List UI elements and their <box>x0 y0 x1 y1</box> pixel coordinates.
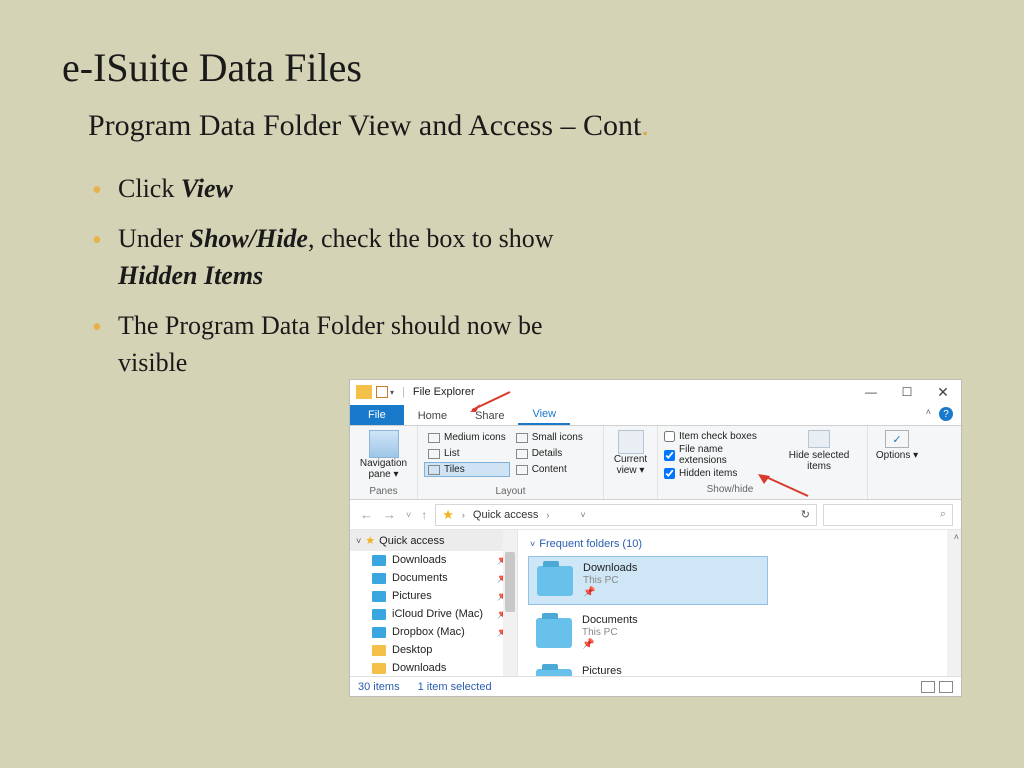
sidebar-item[interactable]: Downloads <box>350 659 517 676</box>
content-pane: ˅Frequent folders (10) Downloads This PC… <box>518 530 961 676</box>
ribbon-tabs: File Home Share View ˄ ? <box>350 404 961 426</box>
sidebar-item[interactable]: Documents📌 <box>350 569 517 587</box>
checkbox-item-check-boxes[interactable]: Item check boxes <box>664 431 769 442</box>
sidebar-item[interactable]: Downloads📌 <box>350 551 517 569</box>
chevron-down-icon: ˅ <box>530 539 535 549</box>
navigation-pane: ˅ ★ Quick access Downloads📌 Documents📌 P… <box>350 530 518 676</box>
status-selection: 1 item selected <box>418 681 492 693</box>
layout-list[interactable]: List <box>424 446 510 461</box>
minimize-button[interactable]: — <box>853 380 889 404</box>
search-input[interactable]: ⌕ <box>823 504 953 526</box>
nav-back-button[interactable]: ← <box>358 507 375 522</box>
options-icon[interactable]: ✓ <box>885 430 909 448</box>
frequent-folders-header[interactable]: ˅Frequent folders (10) <box>528 536 951 556</box>
star-icon: ★ <box>442 507 454 523</box>
titlebar: ▾ | File Explorer — ☐ ✕ <box>350 380 961 404</box>
help-icon[interactable]: ? <box>939 407 953 421</box>
folder-icon <box>372 609 386 620</box>
view-mode-details-button[interactable] <box>921 681 935 693</box>
view-mode-tiles-button[interactable] <box>939 681 953 693</box>
chevron-down-icon: ˅ <box>356 536 361 546</box>
bullet-3: The Program Data Folder should now be vi… <box>88 308 588 381</box>
refresh-button[interactable]: ↻ <box>801 508 810 521</box>
folder-icon <box>372 555 386 566</box>
bullet-2: Under Show/Hide, check the box to show H… <box>88 221 588 294</box>
annotation-arrow-view <box>470 388 520 412</box>
content-scrollbar[interactable]: ˄ <box>947 530 961 676</box>
navigation-pane-icon[interactable] <box>369 430 399 458</box>
layout-details[interactable]: Details <box>512 446 587 461</box>
status-item-count: 30 items <box>358 681 400 693</box>
window-title: File Explorer <box>409 386 475 398</box>
sidebar-quick-access-header[interactable]: ˅ ★ Quick access <box>350 530 517 551</box>
checkbox-file-name-extensions[interactable]: File name extensions <box>664 444 769 466</box>
close-button[interactable]: ✕ <box>925 380 961 404</box>
folder-tile[interactable]: Documents This PC 📌 <box>528 609 768 656</box>
slide-subtitle: Program Data Folder View and Access – Co… <box>0 91 1024 143</box>
sidebar-item[interactable]: Pictures📌 <box>350 587 517 605</box>
nav-up-button[interactable]: ↑ <box>419 508 429 522</box>
addr-dropdown-icon[interactable]: ˅ <box>577 510 588 520</box>
navigation-pane-label[interactable]: Navigation pane ▾ <box>356 458 411 480</box>
folder-icon <box>537 566 573 596</box>
bullet-list: Click View Under Show/Hide, check the bo… <box>0 143 1024 381</box>
options-button[interactable]: Options ▾ <box>874 450 920 461</box>
hide-selected-icon <box>808 430 830 448</box>
qat-icon[interactable] <box>376 386 388 398</box>
sidebar-item[interactable]: iCloud Drive (Mac)📌 <box>350 605 517 623</box>
collapse-ribbon-icon[interactable]: ˄ <box>926 407 931 417</box>
subtitle-text: Program Data Folder View and Access – Co… <box>88 109 641 142</box>
layout-medium-icons[interactable]: Medium icons <box>424 430 510 445</box>
folder-tile[interactable]: Downloads This PC 📌 <box>528 556 768 605</box>
folder-icon <box>536 618 572 648</box>
status-bar: 30 items 1 item selected <box>350 676 961 696</box>
pin-icon: 📌 <box>583 587 637 599</box>
address-bar[interactable]: ★ › Quick access › ˅ ↻ <box>435 504 817 526</box>
app-icon <box>356 385 372 399</box>
subtitle-dot: . <box>641 109 649 142</box>
ribbon: Navigation pane ▾ Panes Medium icons Lis… <box>350 426 961 500</box>
folder-icon <box>372 663 386 674</box>
tab-home[interactable]: Home <box>404 406 461 425</box>
folder-icon <box>372 591 386 602</box>
folder-icon <box>536 669 572 676</box>
folder-tile[interactable]: Pictures This PC 📌 <box>528 660 768 676</box>
folder-icon <box>372 645 386 656</box>
layout-content[interactable]: Content <box>512 462 587 477</box>
folder-icon <box>372 627 386 638</box>
nav-forward-button[interactable]: → <box>381 507 398 522</box>
search-icon: ⌕ <box>940 508 946 521</box>
address-bar-row: ← → ˅ ↑ ★ › Quick access › ˅ ↻ ⌕ <box>350 500 961 530</box>
folder-icon <box>372 573 386 584</box>
current-view-icon[interactable] <box>618 430 644 454</box>
file-explorer-window: ▾ | File Explorer — ☐ ✕ File Home Share … <box>349 379 962 697</box>
annotation-arrow-hidden <box>756 474 812 500</box>
slide-title: e-ISuite Data Files <box>0 0 1024 91</box>
ribbon-group-options: ✓ Options ▾ <box>868 426 926 499</box>
layout-tiles[interactable]: Tiles <box>424 462 510 477</box>
star-icon: ★ <box>365 534 375 547</box>
tab-view[interactable]: View <box>518 404 570 425</box>
layout-small-icons[interactable]: Small icons <box>512 430 587 445</box>
current-view-label[interactable]: Current view ▾ <box>610 454 651 476</box>
sidebar-scrollbar[interactable] <box>503 530 517 676</box>
pin-icon: 📌 <box>582 639 638 651</box>
sidebar-item[interactable]: Desktop <box>350 641 517 659</box>
qat-dropdown-icon[interactable]: ▾ <box>390 388 394 397</box>
tab-file[interactable]: File <box>350 405 404 425</box>
checkbox-hidden-items[interactable]: Hidden items <box>664 468 769 479</box>
maximize-button[interactable]: ☐ <box>889 380 925 404</box>
ribbon-group-panes: Navigation pane ▾ Panes <box>350 426 418 499</box>
ribbon-group-layout: Medium icons List Tiles Small icons Deta… <box>418 426 604 499</box>
sidebar-item[interactable]: Dropbox (Mac)📌 <box>350 623 517 641</box>
nav-recent-dropdown[interactable]: ˅ <box>404 510 413 520</box>
bullet-1: Click View <box>88 171 588 207</box>
